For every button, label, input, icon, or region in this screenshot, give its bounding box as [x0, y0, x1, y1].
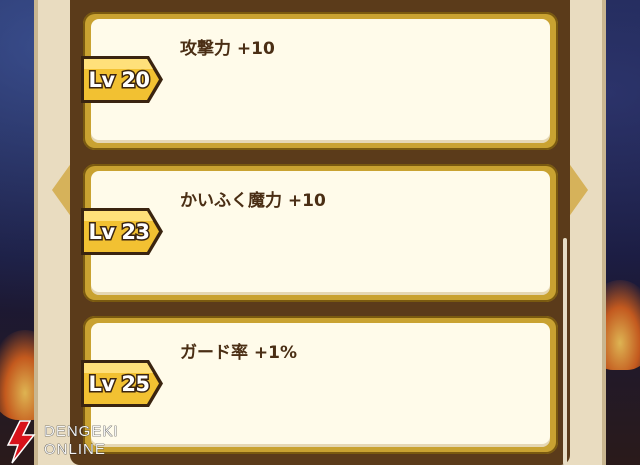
level-badge: Lv 25 [79, 357, 165, 410]
left-arrow-icon[interactable] [52, 162, 72, 218]
dengeki-logo-icon [6, 420, 36, 464]
scrollbar[interactable] [563, 238, 567, 465]
skill-card: かいふく魔力 +10 Lv 23 [81, 164, 558, 302]
level-badge: Lv 23 [79, 205, 165, 258]
skill-effect-text: かいふく魔力 +10 [180, 191, 326, 211]
skill-card: ガード率 +1% Lv 25 [81, 316, 558, 454]
level-label: Lv 20 [87, 66, 152, 93]
watermark-line1: DENGEKI [44, 423, 119, 441]
skill-effect-text: ガード率 +1% [180, 343, 298, 363]
right-arrow-icon[interactable] [568, 162, 588, 218]
skill-effect-text: 攻撃力 +10 [180, 39, 275, 59]
watermark: DENGEKI ONLINE [0, 419, 130, 465]
level-label: Lv 23 [87, 218, 152, 245]
skill-card: 攻撃力 +10 Lv 20 [81, 12, 558, 150]
level-badge: Lv 20 [79, 53, 165, 106]
level-label: Lv 25 [87, 370, 152, 397]
watermark-line2: ONLINE [44, 441, 106, 459]
